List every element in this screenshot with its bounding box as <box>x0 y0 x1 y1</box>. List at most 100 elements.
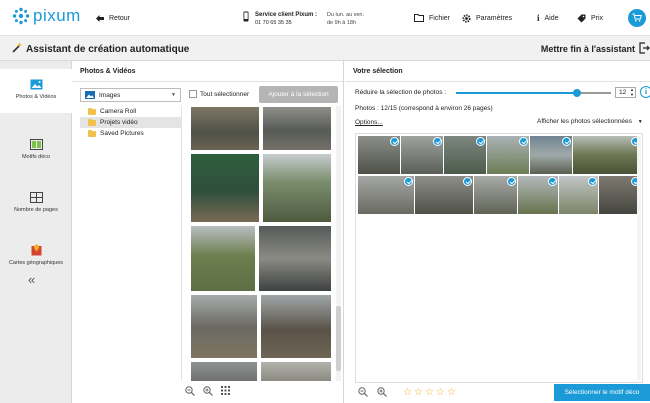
photo-thumbnail[interactable] <box>262 106 332 151</box>
zoom-in-icon[interactable] <box>377 387 387 397</box>
logo-text: pixum <box>33 6 81 25</box>
assistant-title-bar: Assistant de création automatique Mettre… <box>0 36 650 61</box>
pages-icon <box>0 192 72 205</box>
selected-photo[interactable] <box>518 176 558 214</box>
reduce-stepper[interactable]: 12 ▲ ▼ <box>615 87 636 98</box>
rail-item-pages[interactable]: Nombre de pages <box>0 192 72 213</box>
photo-thumbnail[interactable] <box>190 361 258 382</box>
photo-thumbnail[interactable] <box>190 153 260 223</box>
magic-wand-icon <box>12 42 26 56</box>
selected-photo[interactable] <box>530 136 572 174</box>
selection-scrollbar[interactable] <box>637 136 641 380</box>
photo-thumbnail[interactable] <box>260 361 332 382</box>
grid-view-icon[interactable] <box>220 385 231 399</box>
assistant-title-text: Assistant de création automatique <box>26 43 190 55</box>
zoom-in-icon[interactable] <box>202 385 213 399</box>
selected-photo[interactable] <box>474 176 517 214</box>
folder-item[interactable]: Saved Pictures <box>80 128 181 139</box>
star-icon[interactable]: ☆ <box>425 387 434 398</box>
star-icon[interactable]: ☆ <box>403 387 412 398</box>
price-label: Prix <box>591 14 604 22</box>
hours-line-2: de 9h à 18h <box>327 20 357 26</box>
cart-icon <box>632 13 642 24</box>
selected-photo[interactable] <box>559 176 598 214</box>
service-phone: 01 70 65 35 35 <box>255 20 292 26</box>
check-icon <box>562 137 571 146</box>
help-label: Aide <box>544 14 559 22</box>
cart-button[interactable] <box>628 9 646 27</box>
folder-label: Camera Roll <box>100 108 137 115</box>
stepper-arrows-icon[interactable]: ▲ ▼ <box>630 87 634 97</box>
price-menu[interactable]: Prix <box>577 0 603 36</box>
left-rail: Photos & Vidéos Motifs déco Nombre de pa… <box>0 61 72 403</box>
select-motif-button[interactable]: Sélectionner le motif déco <box>554 384 650 401</box>
reduce-slider[interactable] <box>456 89 611 97</box>
selection-panel-title: Votre sélection <box>345 61 650 82</box>
rail-item-motifs[interactable]: Motifs déco <box>0 139 72 160</box>
selected-photo[interactable] <box>358 176 414 214</box>
selected-photo[interactable] <box>573 136 641 174</box>
info-icon[interactable]: i <box>640 86 650 98</box>
motif-icon <box>0 139 72 152</box>
selected-photo[interactable] <box>599 176 641 214</box>
photo-thumbnail[interactable] <box>260 294 332 359</box>
photo-thumbnail[interactable] <box>190 225 256 292</box>
selected-photo[interactable] <box>401 136 443 174</box>
rating-stars[interactable]: ☆ ☆ ☆ ☆ ☆ <box>403 387 458 398</box>
folder-icon <box>88 107 96 115</box>
service-hours: Du lun. au ven. de 9h à 18h <box>327 11 364 27</box>
settings-menu[interactable]: Paramètres <box>462 0 512 36</box>
photo-thumbnail[interactable] <box>190 106 260 151</box>
help-menu[interactable]: i Aide <box>537 0 559 36</box>
pixum-logo-icon <box>12 7 30 25</box>
rail-item-photos[interactable]: Photos & Vidéos <box>0 69 72 113</box>
select-all-checkbox[interactable]: Tout sélectionner <box>189 90 249 98</box>
settings-label: Paramètres <box>476 14 513 22</box>
photo-count-text: Photos : 12/15 (correspond à environ 26 … <box>355 105 493 112</box>
folder-item-selected[interactable]: Projets vidéo <box>80 117 181 128</box>
reduce-label: Réduire la sélection de photos : <box>355 89 447 96</box>
slider-handle[interactable] <box>572 89 581 97</box>
back-button[interactable]: Retour <box>96 0 130 36</box>
selected-photo[interactable] <box>415 176 473 214</box>
zoom-out-icon[interactable] <box>358 387 368 397</box>
star-icon[interactable]: ☆ <box>436 387 445 398</box>
photo-thumbnail[interactable] <box>258 225 332 292</box>
selection-panel: Votre sélection Réduire la sélection de … <box>345 61 650 403</box>
scrollbar-thumb[interactable] <box>336 306 341 371</box>
photo-thumbnail-grid <box>190 106 334 382</box>
selected-photo[interactable] <box>358 136 400 174</box>
zoom-out-icon[interactable] <box>184 385 195 399</box>
select-all-label: Tout sélectionner <box>200 90 250 98</box>
selection-panel-footer: ☆ ☆ ☆ ☆ ☆ Sélectionner le motif déco <box>345 381 650 403</box>
star-icon[interactable]: ☆ <box>414 387 423 398</box>
selected-photo[interactable] <box>487 136 529 174</box>
rail-label-pages: Nombre de pages <box>14 207 58 213</box>
file-menu[interactable]: Fichier <box>414 0 450 36</box>
collapse-rail-button[interactable]: « <box>28 272 35 287</box>
assistant-title: Assistant de création automatique <box>12 42 189 56</box>
star-icon[interactable]: ☆ <box>447 387 456 398</box>
file-label: Fichier <box>429 14 451 22</box>
photos-panel-footer <box>72 381 343 403</box>
hours-line-1: Du lun. au ven. <box>327 12 364 18</box>
photo-thumbnail[interactable] <box>262 153 332 223</box>
photos-scrollbar[interactable] <box>336 106 341 382</box>
service-title: Service client Pixum : <box>255 12 318 18</box>
rail-item-maps[interactable]: Cartes géographiques <box>0 244 72 266</box>
add-to-selection-button[interactable]: Ajouter à la sélection <box>259 86 338 103</box>
options-link[interactable]: Options... <box>355 119 383 126</box>
folder-item[interactable]: Camera Roll <box>80 106 181 117</box>
check-icon <box>463 177 472 186</box>
check-icon <box>588 177 597 186</box>
photo-thumbnail[interactable] <box>190 294 258 359</box>
check-icon <box>519 137 528 146</box>
show-photos-select[interactable]: Afficher les photos sélectionnées ▼ <box>537 118 643 125</box>
check-icon <box>390 137 399 146</box>
selected-photo[interactable] <box>444 136 486 174</box>
pixum-logo[interactable]: pixum <box>12 7 81 25</box>
top-bar: pixum Retour Service client Pixum : 01 7… <box>0 0 650 36</box>
folder-label: Saved Pictures <box>100 130 144 137</box>
source-select[interactable]: Images ▼ <box>80 88 181 102</box>
finish-assistant-button[interactable]: Mettre fin à l'assistant <box>541 42 650 56</box>
